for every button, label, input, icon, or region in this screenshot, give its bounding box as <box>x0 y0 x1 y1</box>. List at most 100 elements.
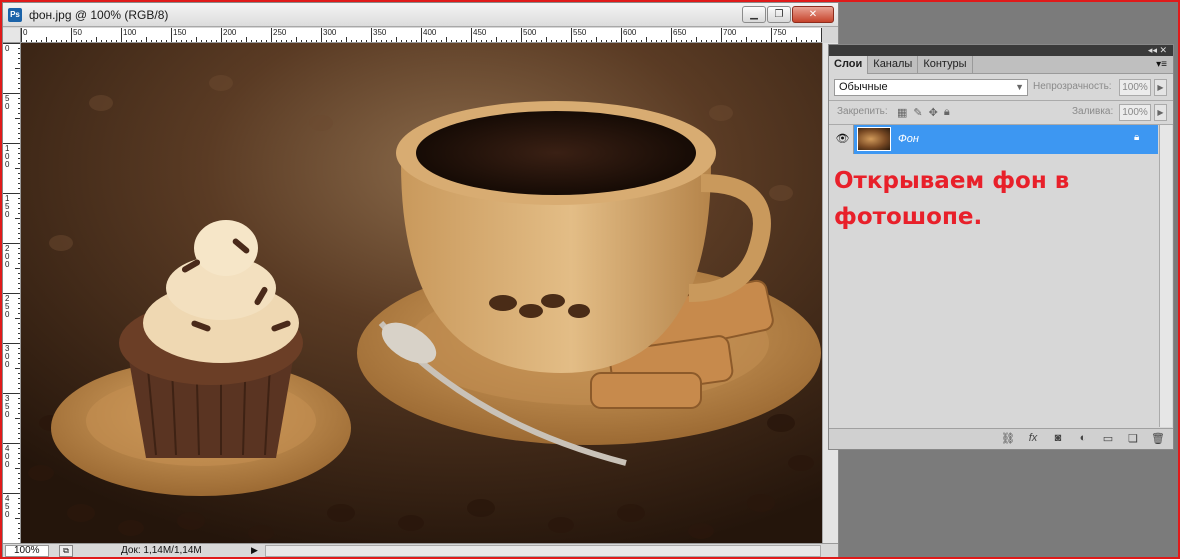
link-layers-icon[interactable]: ⛓︎ <box>1001 432 1015 445</box>
document-size-info: Док: 1,14M/1,14M <box>121 545 202 556</box>
adjustment-layer-icon[interactable]: ◐ <box>1076 432 1090 445</box>
annotation-line-2: фотошопе. <box>834 204 983 230</box>
ruler-label: 50 <box>73 28 82 37</box>
image-canvas[interactable] <box>21 43 822 543</box>
ruler-tick <box>371 28 372 42</box>
ruler-label: 4 0 0 <box>5 444 10 469</box>
ruler-tick <box>71 28 72 42</box>
fill-field[interactable]: 100% <box>1119 104 1151 121</box>
lock-icon: 🔒︎ <box>1134 132 1140 143</box>
panel-header-bar[interactable]: ◂◂ ✕ <box>829 45 1173 56</box>
ruler-label: 3 0 0 <box>5 344 10 369</box>
ruler-tick <box>771 28 772 42</box>
ruler-tick <box>271 28 272 42</box>
ruler-label: 100 <box>123 28 137 37</box>
fill-slider-arrow-icon[interactable]: ▶ <box>1154 104 1167 121</box>
ruler-label: 400 <box>423 28 437 37</box>
ruler-label: 250 <box>273 28 287 37</box>
ruler-label: 650 <box>673 28 687 37</box>
window-controls: ▁ ❐ ✕ <box>742 6 834 23</box>
lock-buttons: ▦ ✎ ✥ 🔒︎ <box>897 106 950 119</box>
ruler-label: 200 <box>223 28 237 37</box>
ruler-label: 550 <box>573 28 587 37</box>
lock-label: Закрепить: <box>837 106 888 117</box>
ruler-label: 150 <box>173 28 187 37</box>
ruler-corner[interactable] <box>3 28 21 43</box>
restore-button[interactable]: ❐ <box>767 6 791 23</box>
ruler-tick <box>521 28 522 42</box>
ruler-tick <box>321 28 322 42</box>
ruler-tick <box>721 28 722 42</box>
zoom-level-field[interactable]: 100% <box>5 545 49 557</box>
document-title: фон.jpg @ 100% (RGB/8) <box>29 8 169 22</box>
eye-icon[interactable]: 👁︎ <box>832 125 854 154</box>
panel-footer: ⛓︎ fx ◙ ◐ ▭ ❏ 🗑︎ <box>829 428 1173 449</box>
layer-name: Фон <box>898 133 919 145</box>
ruler-label: 700 <box>723 28 737 37</box>
ruler-tick <box>621 28 622 42</box>
photoshop-icon: Ps <box>8 8 22 22</box>
vertical-ruler[interactable]: 0 5 0 1 0 0 1 5 0 2 0 0 2 5 0 3 0 0 3 5 0 4 0 0 4… <box>3 43 21 543</box>
ruler-tick <box>121 28 122 42</box>
divider <box>829 100 1173 101</box>
tab-layers[interactable]: Слои <box>829 56 869 74</box>
ruler-label: 750 <box>773 28 787 37</box>
status-bar: 100% ⧉ Док: 1,14M/1,14M ▶ <box>3 543 838 557</box>
layers-scrollbar[interactable] <box>1159 125 1172 427</box>
ruler-tick <box>171 28 172 42</box>
tab-paths[interactable]: Контуры <box>918 56 973 74</box>
ruler-tick <box>221 28 222 42</box>
panel-tabs: Слои Каналы Контуры ▾≡ <box>829 56 1173 74</box>
ruler-label: 2 5 0 <box>5 294 10 319</box>
document-titlebar[interactable]: Ps фон.jpg @ 100% (RGB/8) ▁ ❐ ✕ <box>3 3 838 27</box>
status-menu-arrow-icon[interactable]: ▶ <box>251 544 258 557</box>
new-group-icon[interactable]: ▭ <box>1101 432 1115 445</box>
ruler-tick <box>471 28 472 42</box>
ruler-label: 5 0 <box>5 94 10 111</box>
panel-menu-icon[interactable]: ▾≡ <box>1156 56 1173 73</box>
ruler-tick <box>21 28 22 42</box>
new-layer-icon[interactable]: ❏ <box>1126 432 1140 445</box>
horizontal-scrollbar[interactable] <box>265 545 821 557</box>
ruler-label: 350 <box>373 28 387 37</box>
ruler-label: 0 <box>5 44 10 53</box>
ruler-label: 600 <box>623 28 637 37</box>
layers-panel: ◂◂ ✕ Слои Каналы Контуры ▾≡ Обычные ▼ Не… <box>828 44 1174 450</box>
ruler-label: 300 <box>323 28 337 37</box>
ruler-label: 3 5 0 <box>5 394 10 419</box>
ruler-label: 0 <box>23 28 28 37</box>
ruler-label: 450 <box>473 28 487 37</box>
lock-paint-icon[interactable]: ✎ <box>913 106 922 119</box>
ruler-tick <box>571 28 572 42</box>
chevron-down-icon: ▼ <box>1015 82 1024 92</box>
ruler-label: 1 0 0 <box>5 144 10 169</box>
layer-thumbnail <box>857 127 891 151</box>
document-window: Ps фон.jpg @ 100% (RGB/8) ▁ ❐ ✕ 0 50 100 15… <box>2 2 839 557</box>
annotation-line-1: Открываем фон в <box>834 168 1070 194</box>
lock-all-icon[interactable]: 🔒︎ <box>944 106 950 119</box>
annotation-text: Открываем фон в фотошопе. <box>834 163 1134 235</box>
horizontal-ruler[interactable]: 0 50 100 150 200 250 300 350 400 450 500 550 600 650 7… <box>21 28 822 43</box>
ruler-label: 2 0 0 <box>5 244 10 269</box>
blend-mode-select[interactable]: Обычные ▼ <box>834 79 1028 96</box>
ruler-tick <box>671 28 672 42</box>
close-button[interactable]: ✕ <box>792 6 834 23</box>
layer-row-background[interactable]: 👁︎ Фон 🔒︎ <box>832 125 1158 154</box>
fill-label: Заливка: <box>1072 106 1114 117</box>
coffee-photo <box>21 43 822 543</box>
lock-move-icon[interactable]: ✥ <box>929 106 938 119</box>
opacity-slider-arrow-icon[interactable]: ▶ <box>1154 79 1167 96</box>
delete-layer-icon[interactable]: 🗑︎ <box>1151 432 1165 445</box>
lock-transparency-icon[interactable]: ▦ <box>897 106 907 119</box>
ruler-tick <box>421 28 422 42</box>
minimize-button[interactable]: ▁ <box>742 6 766 23</box>
opacity-label: Непрозрачность: <box>1033 81 1112 92</box>
opacity-field[interactable]: 100% <box>1119 79 1151 96</box>
add-mask-icon[interactable]: ◙ <box>1051 432 1065 445</box>
layer-style-fx-icon[interactable]: fx <box>1026 432 1040 445</box>
tab-channels[interactable]: Каналы <box>868 56 919 74</box>
status-options-icon[interactable]: ⧉ <box>59 545 73 557</box>
ruler-tick <box>821 28 822 42</box>
ruler-label: 500 <box>523 28 537 37</box>
ruler-label: 4 5 0 <box>5 494 10 519</box>
